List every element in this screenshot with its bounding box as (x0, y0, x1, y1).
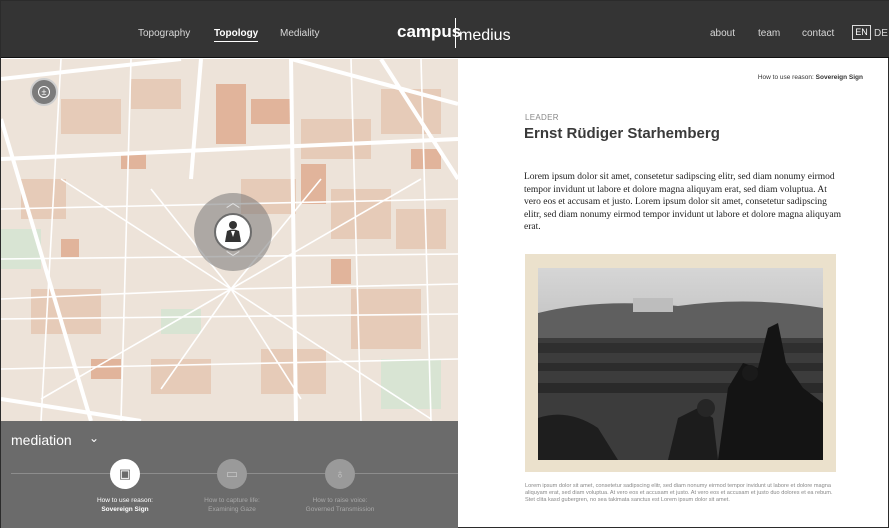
page-title: Ernst Rüdiger Starhemberg (524, 125, 720, 142)
nav-mediality[interactable]: Mediality (280, 28, 319, 39)
zoom-inner-icon: ± (38, 86, 50, 98)
chevron-down-icon: ⌄ (89, 431, 100, 445)
logo-divider (455, 18, 456, 48)
chevron-up-icon[interactable]: ︿ (223, 195, 243, 209)
person-figure-graphic (225, 221, 241, 242)
nav-topography[interactable]: Topography (138, 28, 190, 39)
person-figure-icon[interactable] (214, 213, 252, 251)
historical-photo[interactable] (525, 254, 836, 472)
nav-about[interactable]: about (710, 28, 735, 39)
map-view[interactable]: ± ︿ ﹀ (1, 59, 458, 421)
logo-campus: campus (397, 22, 462, 41)
logo-medius: medius (459, 27, 511, 44)
step-node-sovereign-sign[interactable]: ▣ (110, 459, 140, 489)
step-label-governed-transmission[interactable]: How to raise voice: Governed Transmissio… (285, 496, 395, 514)
zoom-control-icon[interactable]: ± (30, 78, 58, 106)
sign-icon: ▣ (118, 466, 132, 481)
photo-caption: Lorem ipsum dolor sit amet, consetetur s… (525, 483, 833, 503)
step-label-examining-gaze[interactable]: How to capture life: Examining Gaze (177, 496, 287, 514)
step-label-sovereign-sign[interactable]: How to use reason: Sovereign Sign (70, 496, 180, 514)
mediation-panel: mediation ⌄ ▣ How to use reason: Soverei… (1, 421, 458, 528)
nav-topology[interactable]: Topology (214, 28, 259, 42)
nav-team[interactable]: team (758, 28, 780, 39)
step-node-examining-gaze[interactable]: ▭ (217, 459, 247, 489)
body-text: Lorem ipsum dolor sit amet, consetetur s… (524, 172, 842, 232)
chevron-down-icon[interactable]: ﹀ (223, 251, 243, 265)
gaze-icon: ▭ (225, 466, 239, 481)
step-node-governed-transmission[interactable]: ♁ (325, 459, 355, 489)
lang-de-button[interactable]: DE (874, 28, 888, 39)
photo-graphic (538, 268, 823, 460)
breadcrumb-current[interactable]: Sovereign Sign (816, 74, 863, 81)
breadcrumb: How to use reason: Sovereign Sign (757, 74, 863, 81)
lang-en-button[interactable]: EN (852, 25, 871, 40)
top-navigation-bar: Topography Topology Mediality campus med… (1, 1, 889, 58)
entry-category: LEADER (525, 113, 559, 122)
transmission-icon: ♁ (335, 466, 345, 481)
mediation-toggle[interactable]: mediation ⌄ (11, 431, 99, 448)
mediation-title: mediation (11, 432, 72, 448)
nav-contact[interactable]: contact (802, 28, 834, 39)
